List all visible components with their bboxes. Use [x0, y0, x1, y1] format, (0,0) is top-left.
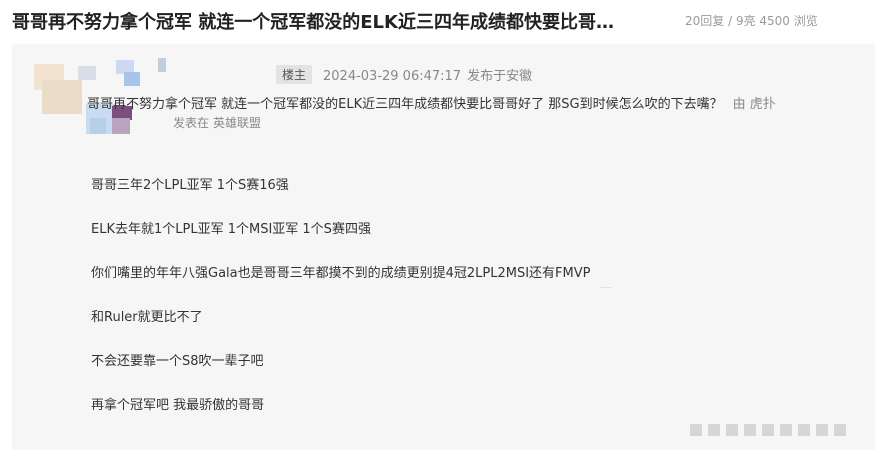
- posted-in-label: 发表在: [173, 116, 210, 130]
- watermark-block: [762, 424, 774, 436]
- watermark-block: [798, 424, 810, 436]
- posted-in: 发表在 英雄联盟: [173, 114, 261, 131]
- thread-stats: 20回复 / 9亮 4500 浏览: [685, 14, 818, 28]
- post-timestamp: 2024-03-29 06:47:17: [323, 69, 462, 84]
- post-line: ELK去年就1个LPL亚军 1个MSI亚军 1个S赛四强: [91, 222, 371, 237]
- post-location: 发布于安徽: [467, 69, 533, 84]
- thread-title[interactable]: 哥哥再不努力拿个冠军 就连一个冠军都没的ELK近三四年成绩都快要比哥…: [12, 8, 614, 34]
- op-badge: 楼主: [276, 65, 313, 84]
- watermark-block: [690, 424, 702, 436]
- post-line: 再拿个冠军吧 我最骄傲的哥哥: [91, 398, 265, 413]
- watermark-block: [834, 424, 846, 436]
- quoted-author: 由 虎扑: [732, 97, 776, 112]
- post-line: 和Ruler就更比不了: [91, 310, 203, 325]
- watermark-block: [744, 424, 756, 436]
- watermark-block: [780, 424, 792, 436]
- avatar-pixel: [42, 80, 82, 114]
- board-link[interactable]: 英雄联盟: [213, 116, 261, 130]
- post-body: 哥哥三年2个LPL亚军 1个S赛16强 ELK去年就1个LPL亚军 1个MSI亚…: [91, 174, 591, 438]
- post-meta: 2024-03-29 06:47:17 发布于安徽: [323, 65, 532, 84]
- post-line: 哥哥三年2个LPL亚军 1个S赛16强: [91, 178, 289, 193]
- watermark-block: [726, 424, 738, 436]
- avatar-pixel: [90, 118, 106, 134]
- watermark-block: [816, 424, 828, 436]
- quoted-title: 哥哥再不努力拿个冠军 就连一个冠军都没的ELK近三四年成绩都快要比哥哥好了 那S…: [87, 93, 776, 112]
- post-line: 你们嘴里的年年八强Gala也是哥哥三年都摸不到的成绩更别提4冠2LPL2MSI还…: [91, 266, 591, 281]
- avatar-pixel: [124, 72, 140, 86]
- avatar-pixel: [158, 58, 166, 72]
- quoted-text: 哥哥再不努力拿个冠军 就连一个冠军都没的ELK近三四年成绩都快要比哥哥好了 那S…: [87, 97, 723, 112]
- divider: [600, 287, 612, 288]
- post-line: 不会还要靠一个S8吹一辈子吧: [91, 354, 264, 369]
- avatar-pixel: [112, 118, 130, 134]
- watermark-block: [708, 424, 720, 436]
- watermark-blocks: [690, 424, 846, 436]
- avatar-pixel: [78, 66, 96, 80]
